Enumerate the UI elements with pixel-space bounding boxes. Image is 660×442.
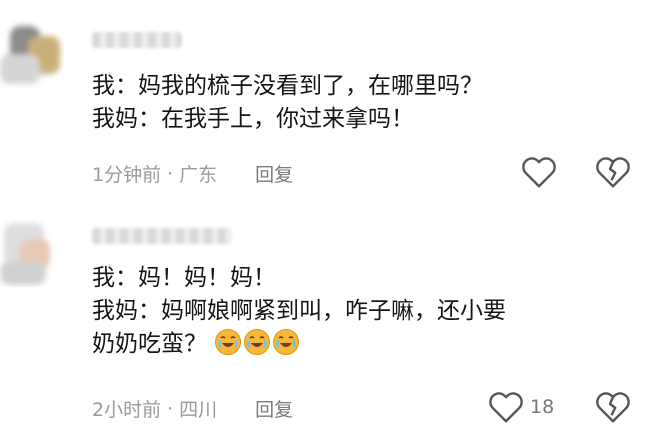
timestamp: 2小时前 <box>92 399 162 421</box>
location: 四川 <box>179 399 218 421</box>
comment-line-with-emoji: 奶奶吃蛮？ <box>92 328 636 361</box>
avatar[interactable] <box>0 217 64 287</box>
comment-line: 我：妈我的梳子没看到了，在哪里吗？ <box>92 73 483 99</box>
comment-line: 我妈：妈啊娘啊紧到叫，咋子嘛，还小要 <box>92 298 506 324</box>
crying-laughing-emoji <box>244 329 271 355</box>
location: 广东 <box>179 164 218 186</box>
comment-meta: 1分钟前 · 广东 回复 <box>92 160 293 187</box>
comment-item: 我：妈！妈！妈！ 我妈：妈啊娘啊紧到叫，咋子嘛，还小要 奶奶吃蛮？ 2小时前 ·… <box>0 205 660 442</box>
reply-button[interactable]: 回复 <box>255 395 293 422</box>
timestamp: 1分钟前 <box>92 164 162 186</box>
comment-meta: 2小时前 · 四川 回复 <box>92 395 293 422</box>
broken-heart-icon[interactable] <box>595 390 631 424</box>
comment-text: 我：妈我的梳子没看到了，在哪里吗？ 我妈：在我手上，你过来拿吗！ <box>92 70 636 136</box>
reply-button[interactable]: 回复 <box>255 160 293 187</box>
avatar[interactable] <box>0 18 64 88</box>
like-count: 18 <box>530 396 555 418</box>
heart-icon[interactable] <box>521 155 557 189</box>
separator-dot: · <box>167 397 174 420</box>
username-blurred[interactable] <box>92 32 182 48</box>
separator-dot: · <box>167 162 174 185</box>
username-blurred[interactable] <box>92 228 232 244</box>
comment-line: 奶奶吃蛮？ <box>92 331 207 357</box>
broken-heart-icon[interactable] <box>595 155 631 189</box>
heart-icon[interactable] <box>488 390 524 424</box>
crying-laughing-emoji <box>273 329 300 355</box>
comment-item: 我：妈我的梳子没看到了，在哪里吗？ 我妈：在我手上，你过来拿吗！ 1分钟前 · … <box>0 0 660 205</box>
comment-text: 我：妈！妈！妈！ 我妈：妈啊娘啊紧到叫，咋子嘛，还小要 奶奶吃蛮？ <box>92 262 636 361</box>
crying-laughing-emoji <box>215 329 242 355</box>
comment-line: 我妈：在我手上，你过来拿吗！ <box>92 106 414 132</box>
comment-line: 我：妈！妈！妈！ <box>92 265 276 291</box>
